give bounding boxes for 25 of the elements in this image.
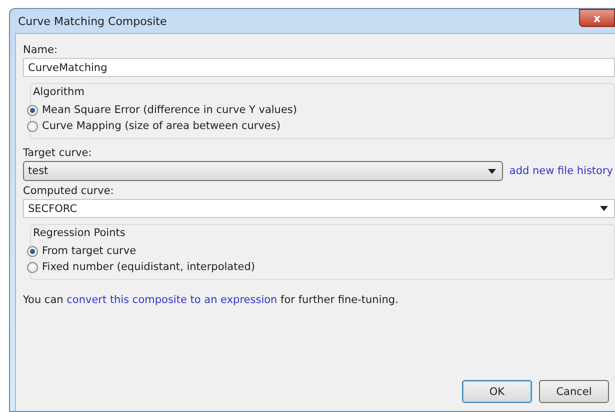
field-label: Computed curve: bbox=[23, 185, 115, 197]
radio-button[interactable] bbox=[27, 104, 38, 116]
group-title: Algorithm bbox=[32, 86, 86, 98]
convert-link[interactable]: convert this composite to an expression bbox=[66, 294, 278, 306]
field-label: Target curve: bbox=[23, 147, 93, 159]
target-curve-dropdown[interactable]: test bbox=[23, 161, 504, 181]
radio-label[interactable]: Curve Mapping (size of area between curves) bbox=[42, 120, 280, 132]
computed-curve-dropdown[interactable]: SECFORC bbox=[23, 199, 615, 218]
radio-button[interactable] bbox=[27, 246, 38, 256]
radio-label[interactable]: Mean Square Error (difference in curve Y values) bbox=[42, 104, 297, 116]
radio-button[interactable] bbox=[27, 262, 38, 272]
dropdown-arrow-icon bbox=[600, 206, 608, 211]
dialog-button[interactable]: OK bbox=[462, 380, 532, 403]
hint-text: You can convert this composite to an expression for further fine-tuning. bbox=[23, 294, 400, 306]
name-field[interactable]: CurveMatching bbox=[23, 58, 615, 77]
dropdown-arrow-icon bbox=[488, 168, 496, 174]
window-title: Curve Matching Composite bbox=[18, 14, 167, 28]
add-file-history-link[interactable]: add new file history bbox=[509, 165, 615, 177]
field-label: Name: bbox=[23, 44, 59, 56]
dialog-button[interactable]: Cancel bbox=[539, 380, 609, 403]
close-button[interactable]: x bbox=[579, 9, 615, 27]
radio-label[interactable]: Fixed number (equidistant, interpolated) bbox=[42, 261, 255, 273]
radio-label[interactable]: From target curve bbox=[42, 245, 136, 257]
group-title: Regression Points bbox=[32, 227, 126, 239]
radio-button[interactable] bbox=[27, 120, 38, 132]
